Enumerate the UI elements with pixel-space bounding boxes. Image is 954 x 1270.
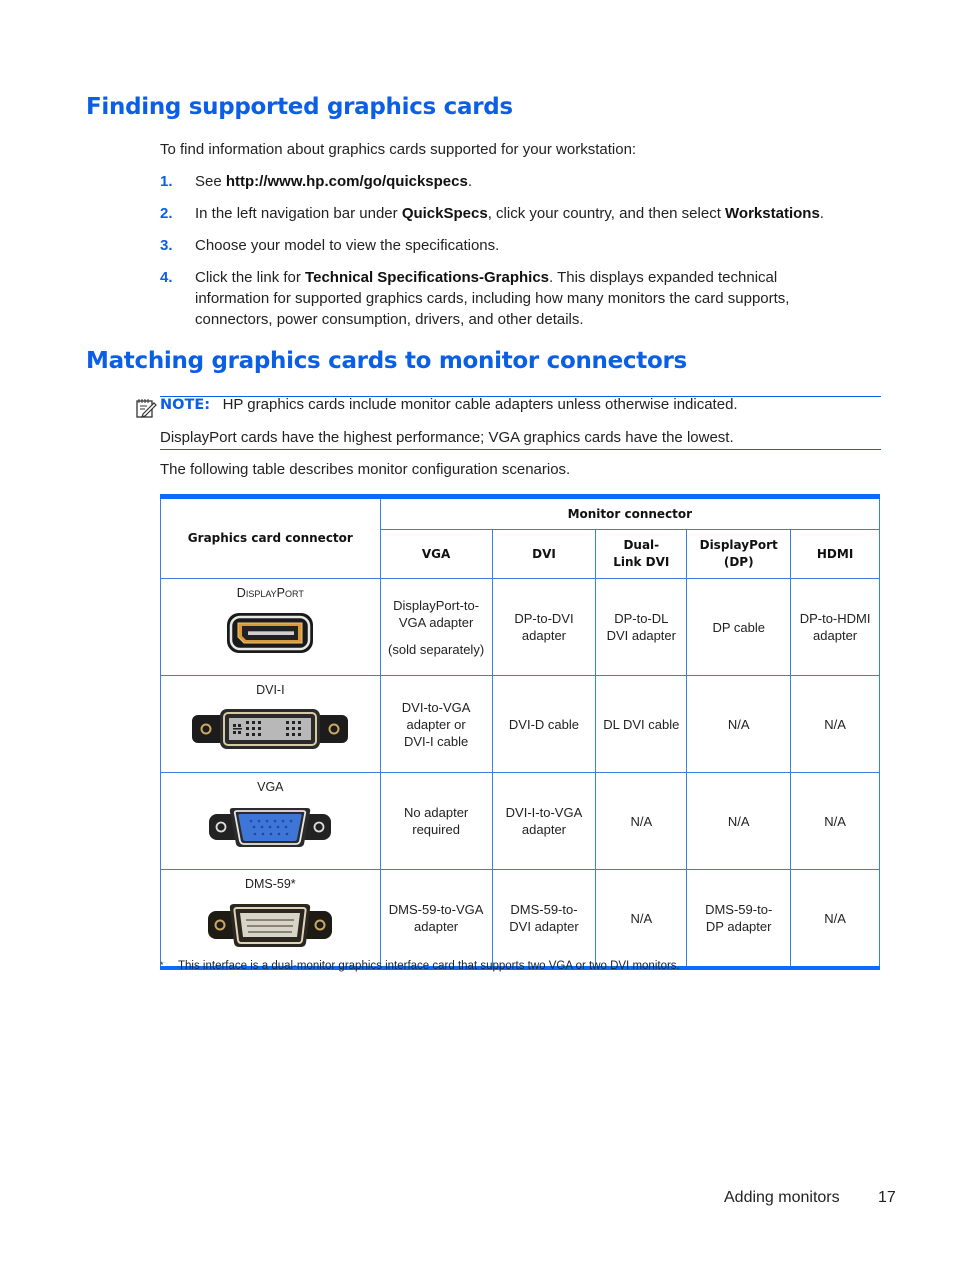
displayport-connector-icon <box>227 613 314 653</box>
step-text: In the left navigation bar under <box>195 205 402 222</box>
step-1: 1. See http://www.hp.com/go/quickspecs. <box>160 171 850 192</box>
column-header-vga: VGA <box>379 529 493 579</box>
cell-displayport: N/A <box>686 675 792 773</box>
cell-text: N/A <box>727 716 750 732</box>
connector-name: DisplayPort <box>236 586 304 600</box>
step-text: Click the link for <box>195 269 306 286</box>
bold-term-workstations: Workstations <box>725 205 820 222</box>
cell-hdmi: DP-to-HDMI adapter <box>790 578 880 676</box>
connector-name: DMS-59* <box>244 877 296 891</box>
cell-dual-link-dvi: N/A <box>595 869 688 969</box>
intro-paragraph: To find information about graphics cards… <box>160 141 637 158</box>
cell-displayport: DP cable <box>686 578 792 676</box>
connector-cell: DVI-I <box>160 675 381 773</box>
bold-term-tech-specs: Technical Specifications-Graphics <box>305 269 550 286</box>
note-label: NOTE: <box>160 397 211 413</box>
column-header-dual-link-dvi: Dual-Link DVI <box>595 529 688 579</box>
connector-name: VGA <box>257 780 284 794</box>
cell-text: DisplayPort-to-VGA adapter <box>393 597 480 630</box>
dms59-connector-icon <box>208 904 333 947</box>
cell-text: N/A <box>727 813 750 829</box>
footnote-text: This interface is a dual-monitor graphic… <box>178 960 680 972</box>
connector-table: Graphics card connector Monitor connecto… <box>160 494 881 970</box>
step-2: 2. In the left navigation bar under Quic… <box>160 203 850 224</box>
cell-hdmi: N/A <box>790 675 880 773</box>
note-bottom-rule <box>160 449 881 450</box>
footnote-marker: * <box>160 960 164 970</box>
table-row: VGA No adapter required DVI-I-to-VGA ada… <box>160 772 880 870</box>
header-monitor-connector: Monitor connector <box>379 496 881 530</box>
cell-vga: DVI-to-VGA adapter or DVI-I cable <box>379 675 493 773</box>
table-intro: The following table describes monitor co… <box>160 461 571 478</box>
cell-text: N/A <box>824 716 846 732</box>
table-row: DVI-I DVI-to-VGA adapter or DVI-I cable … <box>160 675 880 773</box>
cell-text: DVI-D cable <box>508 716 579 732</box>
cell-text: DP cable <box>712 619 765 635</box>
cell-text: N/A <box>630 813 653 829</box>
step-3: 3. Choose your model to view the specifi… <box>160 235 850 256</box>
step-4: 4. Click the link for Technical Specific… <box>160 267 850 330</box>
cell-text: DL DVI cable <box>603 716 680 732</box>
cell-vga: DisplayPort-to-VGA adapter (sold separat… <box>379 578 493 676</box>
step-text: Choose your model to view the specificat… <box>195 237 500 254</box>
column-header-hdmi: HDMI <box>790 529 880 579</box>
table-row: DMS-59* DMS-59-to-VGA adapter DMS-59-to-… <box>160 869 880 969</box>
cell-text: DP-to-DL DVI adapter <box>606 611 676 643</box>
connector-name: DVI-I <box>256 683 285 697</box>
step-number: 1. <box>160 173 173 190</box>
step-number: 2. <box>160 205 173 222</box>
footer-page-number: 17 <box>878 1189 896 1206</box>
quickspecs-link[interactable]: http://www.hp.com/go/quickspecs <box>226 173 468 190</box>
step-number: 4. <box>160 269 173 286</box>
connector-cell: DisplayPort <box>160 578 381 676</box>
note-line: NOTE: HP graphics cards include monitor … <box>160 394 738 416</box>
dvi-connector-icon <box>192 709 349 749</box>
cell-dual-link-dvi: N/A <box>595 772 688 870</box>
note-text-2: DisplayPort cards have the highest perfo… <box>160 429 734 446</box>
cell-vga: DMS-59-to-VGA adapter <box>379 869 493 969</box>
vga-connector-icon <box>209 808 332 847</box>
cell-dvi: DP-to-DVI adapter <box>491 578 597 676</box>
connector-cell: DMS-59* <box>160 869 381 969</box>
section-title-finding-graphics-cards: Finding supported graphics cards <box>86 94 513 120</box>
cell-text: N/A <box>824 813 846 829</box>
header-graphics-card-connector: Graphics card connector <box>160 496 381 579</box>
cell-text: DP-to-DVI adapter <box>514 611 574 643</box>
column-header-dvi: DVI <box>491 529 597 579</box>
bold-term-quickspecs: QuickSpecs <box>401 205 488 222</box>
step-text: See <box>195 173 226 190</box>
table-row: DisplayPort DisplayPort-to-VGA adapter (… <box>160 578 880 676</box>
cell-displayport: N/A <box>686 772 792 870</box>
cell-dvi: DVI-D cable <box>491 675 597 773</box>
cell-text: N/A <box>824 910 846 926</box>
note-pencil-icon <box>136 399 157 418</box>
step-number: 3. <box>160 237 173 254</box>
cell-text: DMS-59-to-DP adapter <box>705 902 773 934</box>
cell-hdmi: N/A <box>790 869 880 969</box>
cell-dual-link-dvi: DP-to-DL DVI adapter <box>595 578 688 676</box>
column-header-displayport: DisplayPort (DP) <box>686 529 792 579</box>
cell-note: (sold separately) <box>388 641 485 657</box>
cell-dvi: DMS-59-to-DVI adapter <box>491 869 597 969</box>
table-footnote: * This interface is a dual-monitor graphi… <box>160 960 680 972</box>
section-title-matching-graphics-cards: Matching graphics cards to monitor conne… <box>86 348 687 374</box>
step-text: , click your country, and then select <box>487 205 726 222</box>
cell-dvi: DVI-I-to-VGA adapter <box>491 772 597 870</box>
step-text: . <box>467 173 472 190</box>
cell-text: DMS-59-to-DVI adapter <box>509 902 579 934</box>
cell-text: DMS-59-to-VGA adapter <box>388 902 484 934</box>
footer-section-name: Adding monitors <box>724 1189 840 1206</box>
cell-dual-link-dvi: DL DVI cable <box>595 675 688 773</box>
connector-cell: VGA <box>160 772 381 870</box>
cell-text: No adapter required <box>403 805 469 837</box>
step-text: . <box>819 205 824 222</box>
cell-text: DP-to-HDMI adapter <box>799 611 871 643</box>
cell-displayport: DMS-59-to-DP adapter <box>686 869 792 969</box>
cell-text: DVI-to-VGA adapter or DVI-I cable <box>401 699 471 749</box>
cell-text: DVI-I-to-VGA adapter <box>505 805 583 837</box>
cell-vga: No adapter required <box>379 772 493 870</box>
cell-text: N/A <box>630 910 653 926</box>
note-text: HP graphics cards include monitor cable … <box>222 396 738 413</box>
cell-hdmi: N/A <box>790 772 880 870</box>
